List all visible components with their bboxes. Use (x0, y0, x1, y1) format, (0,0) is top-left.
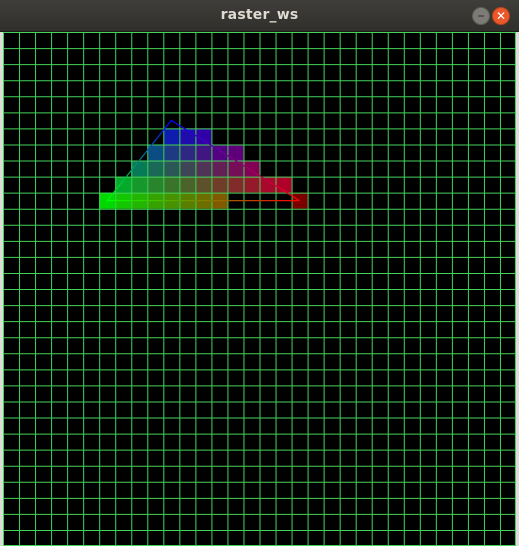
raster-cell (195, 160, 212, 177)
window-titlebar[interactable]: raster_ws – ✕ (0, 0, 519, 32)
raster-cell (179, 160, 196, 177)
close-glyph: ✕ (495, 9, 507, 23)
raster-cell (163, 144, 180, 161)
raster-cell (179, 176, 196, 193)
raster-cell (227, 176, 244, 193)
raster-cell (163, 160, 180, 177)
raster-cell (131, 176, 148, 193)
raster-cell (227, 160, 244, 177)
raster-cell (179, 144, 196, 161)
raster-cell (147, 176, 164, 193)
window-title: raster_ws (220, 7, 299, 23)
raster-cell (211, 176, 228, 193)
raster-grid (3, 32, 516, 546)
raster-cell (147, 160, 164, 177)
raster-cell (211, 160, 228, 177)
raster-cell (195, 144, 212, 161)
minimize-icon[interactable]: – (472, 7, 490, 25)
raster-cell (243, 176, 260, 193)
raster-cell (163, 176, 180, 193)
raster-cell (163, 128, 180, 145)
raster-canvas[interactable] (3, 32, 516, 546)
minimize-glyph: – (477, 8, 485, 24)
raster-cell (195, 176, 212, 193)
close-icon[interactable]: ✕ (492, 7, 510, 25)
raster-cell (115, 176, 132, 193)
raster-cell (227, 144, 244, 161)
